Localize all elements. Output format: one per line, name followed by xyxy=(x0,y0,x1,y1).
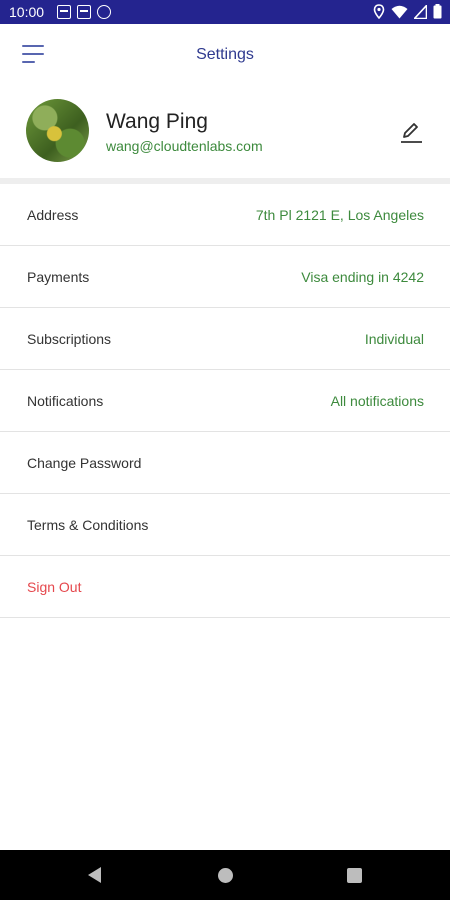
status-right-icons xyxy=(373,4,442,19)
wifi-icon xyxy=(391,5,408,18)
sign-out-label: Sign Out xyxy=(27,579,82,595)
settings-item-terms[interactable]: Terms & Conditions xyxy=(0,494,450,556)
user-name: Wang Ping xyxy=(106,110,208,133)
settings-item-label: Payments xyxy=(27,269,90,285)
back-icon[interactable] xyxy=(88,867,101,883)
navigation-bar xyxy=(0,850,450,900)
settings-item-value: Visa ending in 4242 xyxy=(301,269,424,285)
settings-item-notifications[interactable]: Notifications All notifications xyxy=(0,370,450,432)
settings-item-label: Subscriptions xyxy=(27,331,112,347)
signal-icon xyxy=(414,4,427,19)
app-header: Settings xyxy=(0,24,450,88)
recents-icon[interactable] xyxy=(347,868,362,883)
edit-icon[interactable] xyxy=(398,118,424,144)
user-email: wang@cloudtenlabs.com xyxy=(106,138,263,154)
settings-item-value: 7th Pl 2121 E, Los Angeles xyxy=(255,207,424,223)
home-icon[interactable] xyxy=(218,868,233,883)
profile-section: Wang Ping wang@cloudtenlabs.com xyxy=(0,88,450,178)
settings-list: Address 7th Pl 2121 E, Los Angeles Payme… xyxy=(0,184,450,618)
settings-item-payments[interactable]: Payments Visa ending in 4242 xyxy=(0,246,450,308)
settings-item-label: Address xyxy=(27,207,79,223)
settings-item-label: Change Password xyxy=(27,455,142,471)
settings-item-change-password[interactable]: Change Password xyxy=(0,432,450,494)
settings-item-value: All notifications xyxy=(330,393,424,409)
sign-out-button[interactable]: Sign Out xyxy=(0,556,450,618)
settings-item-address[interactable]: Address 7th Pl 2121 E, Los Angeles xyxy=(0,184,450,246)
settings-item-label: Notifications xyxy=(27,393,104,409)
avatar[interactable] xyxy=(26,99,89,162)
settings-item-value: Individual xyxy=(364,331,424,347)
battery-icon xyxy=(433,4,442,19)
notification-icon xyxy=(57,5,71,19)
location-icon xyxy=(373,4,385,19)
status-time: 10:00 xyxy=(9,4,45,20)
settings-item-subscriptions[interactable]: Subscriptions Individual xyxy=(0,308,450,370)
notification-icon xyxy=(77,5,91,19)
status-bar: 10:00 xyxy=(0,0,450,24)
page-title: Settings xyxy=(196,46,254,63)
settings-item-label: Terms & Conditions xyxy=(27,517,149,533)
sync-icon xyxy=(97,5,111,19)
status-left-icons xyxy=(57,5,111,19)
